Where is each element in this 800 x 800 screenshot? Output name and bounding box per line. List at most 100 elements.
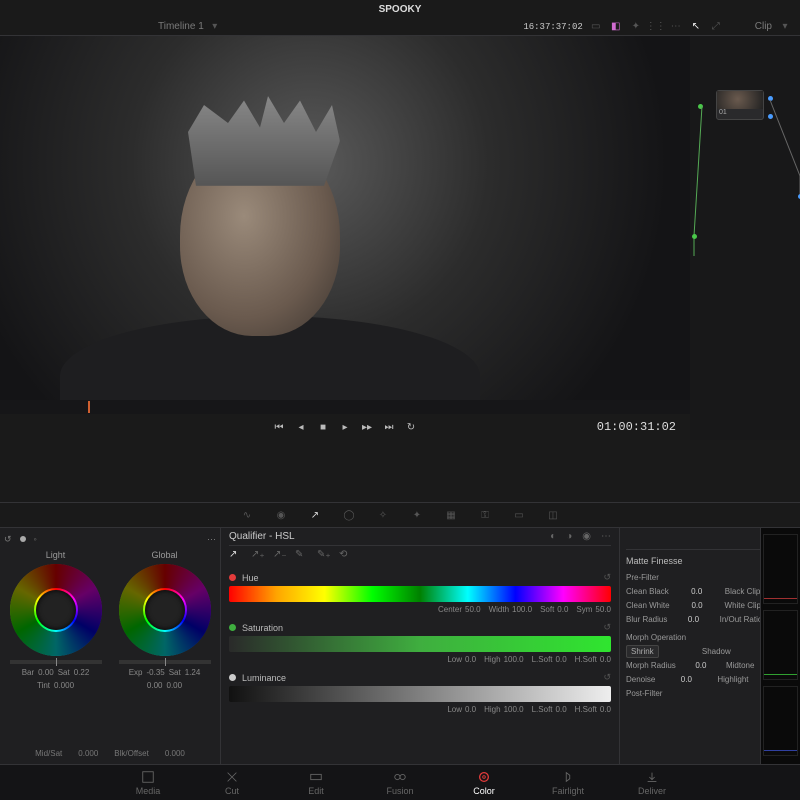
magic-mask-icon[interactable]: ✦ bbox=[409, 507, 425, 523]
blurradius-value[interactable]: 0.0 bbox=[688, 615, 699, 624]
reset-icon[interactable]: ↺ bbox=[4, 534, 12, 545]
reset-icon[interactable]: ↺ bbox=[603, 572, 611, 583]
color-wheel-light[interactable] bbox=[10, 564, 102, 656]
timeline-dropdown[interactable]: Timeline 1 bbox=[158, 21, 204, 32]
playhead-marker[interactable] bbox=[88, 401, 90, 413]
graph-in-dot[interactable] bbox=[692, 234, 697, 239]
page-fusion[interactable]: Fusion bbox=[370, 770, 430, 796]
qualifier-mode-icon[interactable]: ◉ bbox=[582, 531, 591, 542]
options-icon[interactable]: ⋯ bbox=[601, 531, 611, 542]
denoise-value[interactable]: 0.0 bbox=[681, 675, 692, 684]
curves-icon[interactable]: ∿ bbox=[239, 507, 255, 523]
loop-button[interactable]: ↻ bbox=[404, 420, 418, 434]
stop-button[interactable]: ■ bbox=[316, 420, 330, 434]
page-media[interactable]: Media bbox=[118, 770, 178, 796]
sizing-icon[interactable]: ▭ bbox=[511, 507, 527, 523]
play-button[interactable]: ▸ bbox=[338, 420, 352, 434]
blur-icon[interactable]: ▦ bbox=[443, 507, 459, 523]
scope-green[interactable] bbox=[763, 610, 798, 680]
scope-blue[interactable] bbox=[763, 686, 798, 756]
lsoft-value[interactable]: 0.0 bbox=[556, 655, 567, 664]
bar-value[interactable]: 0.00 bbox=[38, 668, 54, 677]
sat-label: Saturation bbox=[242, 623, 283, 633]
high-value[interactable]: 100.0 bbox=[504, 655, 524, 664]
color-warper-icon[interactable]: ◉ bbox=[273, 507, 289, 523]
cleanblack-value[interactable]: 0.0 bbox=[691, 587, 702, 596]
page-deliver[interactable]: Deliver bbox=[622, 770, 682, 796]
step-back-button[interactable]: ◂ bbox=[294, 420, 308, 434]
viewer-mode-icon[interactable]: ▭ bbox=[589, 20, 603, 34]
color-wheel-global[interactable] bbox=[119, 564, 211, 656]
page-label: Cut bbox=[225, 786, 239, 796]
tint-value[interactable]: 0.000 bbox=[54, 681, 74, 690]
picker-feather-icon[interactable]: ✎₊ bbox=[317, 549, 329, 561]
hue-strip[interactable] bbox=[229, 586, 611, 602]
extra2-value[interactable]: 0.00 bbox=[167, 681, 183, 690]
node-editor[interactable]: 01 bbox=[690, 36, 800, 440]
invert-icon[interactable]: ⟲ bbox=[339, 549, 351, 561]
window-icon[interactable]: ◯ bbox=[341, 507, 357, 523]
width-value[interactable]: 100.0 bbox=[512, 605, 532, 614]
picker-sub-icon[interactable]: ↗₋ bbox=[273, 549, 285, 561]
hsoft-value[interactable]: 0.0 bbox=[600, 705, 611, 714]
page-edit[interactable]: Edit bbox=[286, 770, 346, 796]
wipe-icon[interactable]: ◧ bbox=[609, 20, 623, 34]
picker-icon[interactable]: ↗ bbox=[229, 549, 241, 561]
prefilter-label: Pre-Filter bbox=[626, 573, 659, 582]
viewer-scrubber[interactable] bbox=[0, 400, 690, 414]
soft-value[interactable]: 0.0 bbox=[557, 605, 568, 614]
wheel-master-slider[interactable] bbox=[119, 660, 211, 664]
expand-icon[interactable]: ⤢ bbox=[709, 20, 723, 34]
qualifier-mode-icon[interactable]: ◑ bbox=[566, 531, 572, 542]
page-color[interactable]: Color bbox=[454, 770, 514, 796]
qualifier-icon[interactable]: ↗ bbox=[307, 507, 323, 523]
cursor-icon[interactable]: ↖ bbox=[689, 20, 703, 34]
page-fairlight[interactable]: Fairlight bbox=[538, 770, 598, 796]
picker-soft-icon[interactable]: ✎ bbox=[295, 549, 307, 561]
clip-dropdown[interactable]: Clip bbox=[755, 21, 772, 32]
high-value[interactable]: 100.0 bbox=[504, 705, 524, 714]
exp-value[interactable]: -0.35 bbox=[146, 668, 164, 677]
options-icon[interactable]: ⋯ bbox=[207, 534, 216, 545]
low-value[interactable]: 0.0 bbox=[465, 655, 476, 664]
color-icon bbox=[477, 770, 491, 784]
options-icon[interactable]: ⋯ bbox=[669, 20, 683, 34]
wheel-mode-dot[interactable] bbox=[20, 536, 26, 542]
sat-value[interactable]: 1.24 bbox=[185, 668, 201, 677]
tracker-icon[interactable]: ✧ bbox=[375, 507, 391, 523]
morphradius-value[interactable]: 0.0 bbox=[695, 661, 706, 670]
first-frame-button[interactable]: ⏮ bbox=[272, 420, 286, 434]
wheel-mode-icon[interactable]: ◦ bbox=[34, 534, 37, 544]
picker-add-icon[interactable]: ↗₊ bbox=[251, 549, 263, 561]
bkoffset-value[interactable]: 0.000 bbox=[161, 747, 189, 760]
sym-value[interactable]: 50.0 bbox=[595, 605, 611, 614]
timecode-top[interactable]: 16:37:37:02 bbox=[523, 22, 582, 32]
sat-value[interactable]: 0.22 bbox=[74, 668, 90, 677]
low-value[interactable]: 0.0 bbox=[465, 705, 476, 714]
hsoft-value[interactable]: 0.0 bbox=[600, 655, 611, 664]
last-frame-button[interactable]: ⏭ bbox=[382, 420, 396, 434]
reset-icon[interactable]: ↺ bbox=[603, 672, 611, 683]
timecode-viewer[interactable]: 01:00:31:02 bbox=[597, 420, 676, 434]
cleanwhite-value[interactable]: 0.0 bbox=[691, 601, 702, 610]
reset-icon[interactable]: ↺ bbox=[603, 622, 611, 633]
chevron-down-icon[interactable]: ▾ bbox=[778, 20, 792, 34]
key-icon[interactable]: ⚿ bbox=[477, 507, 493, 523]
viewer-canvas[interactable] bbox=[0, 36, 690, 400]
scope-red[interactable] bbox=[763, 534, 798, 604]
highlight-icon[interactable]: ✦ bbox=[629, 20, 643, 34]
luminance-strip[interactable] bbox=[229, 686, 611, 702]
3d-icon[interactable]: ◫ bbox=[545, 507, 561, 523]
step-forward-button[interactable]: ▸▸ bbox=[360, 420, 374, 434]
page-cut[interactable]: Cut bbox=[202, 770, 262, 796]
extra-value[interactable]: 0.00 bbox=[147, 681, 163, 690]
midsat-value[interactable]: 0.000 bbox=[74, 747, 102, 760]
wheel-master-slider[interactable] bbox=[10, 660, 102, 664]
saturation-strip[interactable] bbox=[229, 636, 611, 652]
qualifier-mode-icon[interactable]: ◐ bbox=[550, 531, 556, 542]
morphop-select[interactable]: Shrink bbox=[626, 645, 659, 658]
chevron-down-icon[interactable]: ▾ bbox=[208, 20, 222, 34]
lsoft-value[interactable]: 0.0 bbox=[556, 705, 567, 714]
center-value[interactable]: 50.0 bbox=[465, 605, 481, 614]
split-icon[interactable]: ⋮⋮ bbox=[649, 20, 663, 34]
